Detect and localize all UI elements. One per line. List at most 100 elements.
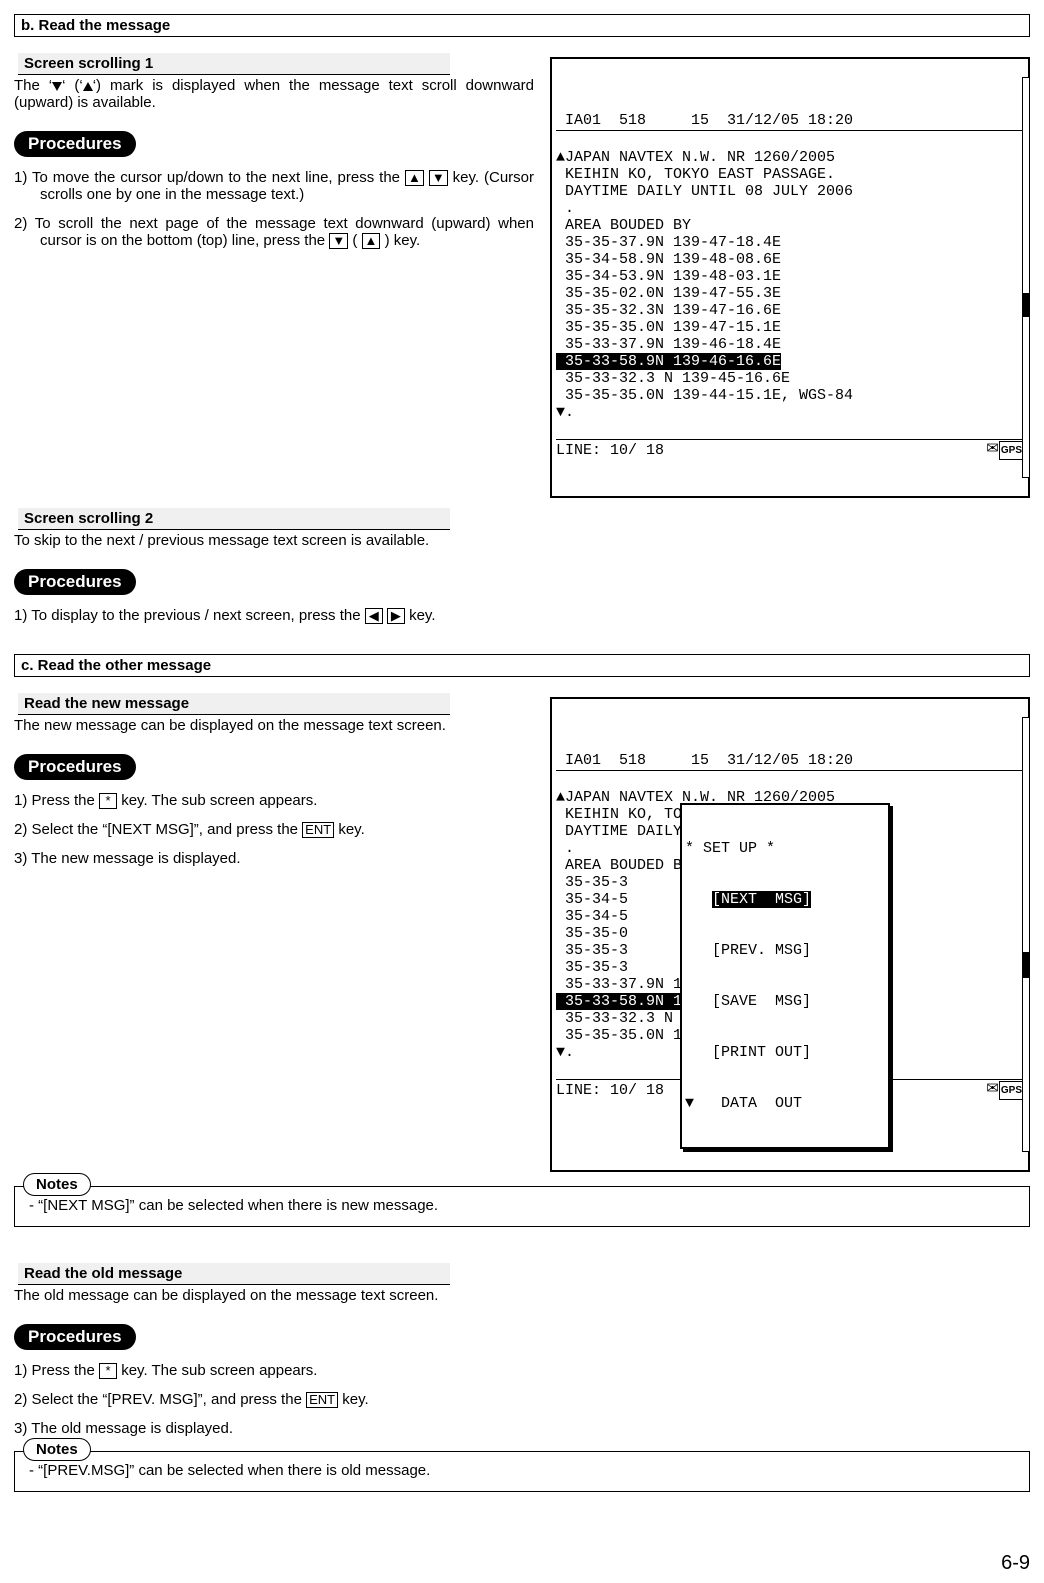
lcd-screen-1: IA01 518 15 31/12/05 18:20 ▲JAPAN NAVTEX…	[550, 57, 1030, 498]
old-step3: 3) The old message is displayed.	[14, 1420, 1030, 1437]
lcd-line: 35-35-37.9N 139-47-18.4E	[556, 234, 781, 251]
mail-icon: ✉	[986, 1081, 999, 1098]
lcd-line: .	[556, 840, 574, 857]
lcd-line: 35-34-5	[556, 891, 628, 908]
text: key. The sub screen appears.	[117, 1362, 317, 1379]
key-page-down: ▼	[329, 233, 348, 249]
section-c-header: c. Read the other message	[14, 654, 1030, 677]
text: 2) Select the “[PREV. MSG]”, and press t…	[14, 1391, 306, 1408]
key-left: ◀	[365, 608, 383, 624]
scroll2-step1: 1) To display to the previous / next scr…	[14, 607, 1030, 624]
menu-title: * SET UP *	[685, 840, 885, 857]
procedures-label: Procedures	[14, 131, 136, 157]
procedures-label: Procedures	[14, 569, 136, 595]
down-wedge-icon	[52, 82, 62, 91]
lcd-line: .	[556, 200, 574, 217]
new-step3: 3) The new message is displayed.	[14, 850, 534, 867]
text: 1) Press the	[14, 1362, 99, 1379]
text: ‘ (‘	[62, 77, 83, 94]
lcd-line: 35-35-35.0N 139-47-15.1E	[556, 319, 781, 336]
scrollbar	[1022, 717, 1030, 1152]
old-msg-intro: The old message can be displayed on the …	[14, 1287, 1030, 1304]
lcd-line: 35-33-32.3 N 139-45-16.6E	[556, 370, 790, 387]
text: key.	[334, 821, 365, 838]
notes-new-msg: Notes - “[NEXT MSG]” can be selected whe…	[14, 1186, 1030, 1227]
lcd-line: ▼.	[556, 1044, 574, 1061]
menu-item-label: [NEXT MSG]	[712, 891, 811, 908]
scroll2-header: Screen scrolling 2	[18, 508, 450, 530]
page-number: 6-9	[14, 1552, 1030, 1575]
lcd-line: AREA BOUDED BY	[556, 217, 691, 234]
lcd-header: IA01 518 15 31/12/05 18:20	[556, 752, 1024, 771]
old-msg-header: Read the old message	[18, 1263, 450, 1285]
note-text: - “[NEXT MSG]” can be selected when ther…	[29, 1197, 1015, 1214]
lcd-line: 35-35-35.0N 139-44-15.1E, WGS-84	[556, 387, 853, 404]
procedures-label: Procedures	[14, 754, 136, 780]
key-star: *	[99, 1363, 117, 1379]
notes-label: Notes	[23, 1173, 91, 1196]
scroll2-intro: To skip to the next / previous message t…	[14, 532, 1030, 549]
lcd-line: DAYTIME DAILY UNTIL 08 JULY 2006	[556, 183, 853, 200]
key-up: ▲	[405, 170, 424, 186]
notes-label: Notes	[23, 1438, 91, 1461]
lcd-footer: LINE: 10/ 18 ✉GPS	[556, 439, 1024, 460]
lcd-line-counter: LINE: 10/ 18	[556, 442, 664, 459]
text: 2) Select the “[NEXT MSG]”, and press th…	[14, 821, 302, 838]
menu-item-label: [PRINT OUT]	[712, 1044, 811, 1061]
text: key. The sub screen appears.	[117, 792, 317, 809]
new-step1: 1) Press the * key. The sub screen appea…	[14, 792, 534, 809]
lcd-line: 35-35-02.0N 139-47-55.3E	[556, 285, 781, 302]
key-page-up: ▲	[362, 233, 381, 249]
lcd-line: 35-34-53.9N 139-48-03.1E	[556, 268, 781, 285]
key-right: ▶	[387, 608, 405, 624]
lcd-line: AREA BOUDED BY	[556, 857, 691, 874]
lcd-line: ▲JAPAN NAVTEX N.W. NR 1260/2005	[556, 149, 835, 166]
scrollbar	[1022, 77, 1030, 478]
menu-item-save[interactable]: [SAVE MSG]	[685, 993, 885, 1010]
text: The ‘	[14, 77, 52, 94]
new-msg-intro: The new message can be displayed on the …	[14, 717, 534, 734]
lcd-line: 35-35-0	[556, 925, 628, 942]
gps-badge: GPS	[999, 1081, 1024, 1100]
menu-item-print[interactable]: [PRINT OUT]	[685, 1044, 885, 1061]
lcd-line: 35-35-32.3N 139-47-16.6E	[556, 302, 781, 319]
note-text: - “[PREV.MSG]” can be selected when ther…	[29, 1462, 1015, 1479]
text: 1) To move the cursor up/down to the nex…	[14, 169, 405, 186]
lcd-line: KEIHIN KO, TOKYO EAST PASSAGE.	[556, 166, 835, 183]
section-b-header: b. Read the message	[14, 14, 1030, 37]
menu-item-next[interactable]: [NEXT MSG]	[685, 891, 885, 908]
lcd-line: ▼.	[556, 404, 574, 421]
lcd-line: 35-35-3	[556, 959, 628, 976]
menu-item-label: [SAVE MSG]	[712, 993, 811, 1010]
text: key.	[338, 1391, 369, 1408]
lcd-line-counter: LINE: 10/ 18	[556, 1082, 664, 1099]
text: (	[352, 232, 357, 249]
mail-icon: ✉	[986, 441, 999, 458]
setup-popup: * SET UP * [NEXT MSG] [PREV. MSG] [SAVE …	[680, 803, 890, 1149]
lcd-line: 35-34-58.9N 139-48-08.6E	[556, 251, 781, 268]
lcd-header: IA01 518 15 31/12/05 18:20	[556, 112, 1024, 131]
new-step2: 2) Select the “[NEXT MSG]”, and press th…	[14, 821, 534, 838]
lcd-line: 35-33-37.9N 139-46-18.4E	[556, 336, 781, 353]
menu-item-label: DATA OUT	[712, 1095, 802, 1112]
up-wedge-icon	[83, 82, 93, 91]
lcd-line: 35-35-3	[556, 942, 628, 959]
key-ent: ENT	[306, 1392, 338, 1408]
lcd-line: 35-34-5	[556, 908, 628, 925]
lcd-screen-2: IA01 518 15 31/12/05 18:20 ▲JAPAN NAVTEX…	[550, 697, 1030, 1172]
lcd-line: 35-35-3	[556, 874, 628, 891]
menu-item-prev[interactable]: [PREV. MSG]	[685, 942, 885, 959]
new-msg-header: Read the new message	[18, 693, 450, 715]
old-step1: 1) Press the * key. The sub screen appea…	[14, 1362, 1030, 1379]
gps-badge: GPS	[999, 441, 1024, 460]
text: key.	[409, 607, 435, 624]
text: ) key.	[385, 232, 421, 249]
key-ent: ENT	[302, 822, 334, 838]
scroll1-header: Screen scrolling 1	[18, 53, 450, 75]
scroll1-step1: 1) To move the cursor up/down to the nex…	[14, 169, 534, 203]
key-star: *	[99, 793, 117, 809]
menu-item-label: [PREV. MSG]	[712, 942, 811, 959]
menu-item-data[interactable]: ▼ DATA OUT	[685, 1095, 885, 1112]
lcd-highlight-line: 35-33-58.9N 139-46-16.6E	[556, 353, 781, 370]
text: 1) Press the	[14, 792, 99, 809]
